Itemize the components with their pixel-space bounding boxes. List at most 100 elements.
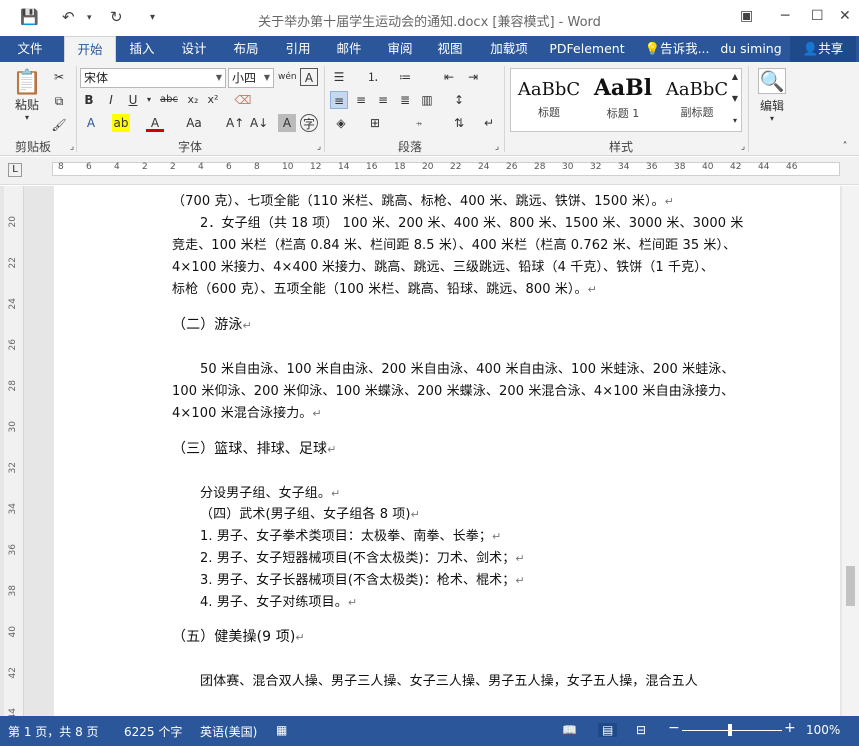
ruler-tick: 8 <box>58 162 64 172</box>
style-title[interactable]: AaBbC 标题 <box>513 73 585 129</box>
align-center-icon[interactable]: ≡ <box>352 91 370 109</box>
borders-icon[interactable]: ⊞ <box>366 114 384 132</box>
style-heading-1[interactable]: AaBl 标题 1 <box>587 73 659 129</box>
character-border-icon[interactable]: A <box>300 68 318 86</box>
tab-home[interactable]: 开始 <box>64 36 116 62</box>
close-icon[interactable]: ✕ <box>839 8 851 24</box>
account-name[interactable]: du siming <box>718 36 784 62</box>
vertical-scrollbar[interactable] <box>842 186 859 716</box>
scrollbar-thumb[interactable] <box>846 566 855 606</box>
strikethrough-icon[interactable]: abc <box>158 91 180 109</box>
vertical-ruler: 20 22 24 26 28 30 32 34 36 38 40 42 44 <box>4 186 24 719</box>
increase-indent-icon[interactable]: ⇥ <box>464 68 482 86</box>
italic-icon[interactable]: I <box>102 91 120 109</box>
numbering-icon[interactable]: ⒈ <box>364 68 382 86</box>
tab-design[interactable]: 设计 <box>172 36 216 62</box>
ruler-tick: 2 <box>142 162 148 172</box>
ruler-tick: 26 <box>506 162 518 172</box>
show-marks-icon[interactable]: ↵ <box>480 114 498 132</box>
print-layout-icon[interactable]: ▤ <box>598 723 618 737</box>
change-case-icon[interactable]: Aa <box>180 114 208 132</box>
multilevel-list-icon[interactable]: ≔ <box>396 68 414 86</box>
subscript-icon[interactable]: x₂ <box>184 91 202 109</box>
distributed-icon[interactable]: ▥ <box>418 91 436 109</box>
collapse-ribbon-icon[interactable]: ˄ <box>836 138 854 156</box>
zoom-out-button[interactable]: − <box>668 720 680 736</box>
paste-button[interactable]: 📋 粘贴 ▾ <box>10 68 44 128</box>
styles-scroll-down-icon[interactable]: ▼ <box>726 90 744 110</box>
page-count[interactable]: 第 1 页，共 8 页 <box>8 723 99 740</box>
chinese-layout-icon[interactable]: ⍆ <box>410 114 428 132</box>
copy-icon[interactable]: ⧉ <box>50 92 68 110</box>
font-color-icon[interactable]: A <box>146 114 164 132</box>
clipboard-launcher-icon[interactable]: ⌟ <box>63 138 81 156</box>
line-spacing-icon[interactable]: ↕ <box>450 91 468 109</box>
vruler-tick: 32 <box>8 462 18 474</box>
styles-scroll-up-icon[interactable]: ▲ <box>726 68 744 88</box>
styles-more-icon[interactable]: ▾ <box>726 112 744 132</box>
format-painter-icon[interactable]: 🖌 <box>50 116 68 134</box>
zoom-slider-thumb[interactable] <box>728 724 732 736</box>
font-launcher-icon[interactable]: ⌟ <box>310 138 328 156</box>
phonetic-guide-icon[interactable]: wén <box>278 68 297 86</box>
zoom-level[interactable]: 100% <box>806 723 840 737</box>
tab-review[interactable]: 审阅 <box>378 36 422 62</box>
shading-icon[interactable]: ◈ <box>332 114 350 132</box>
grow-font-icon[interactable]: A↑ <box>226 114 244 132</box>
tab-view[interactable]: 视图 <box>428 36 472 62</box>
word-count[interactable]: 6225 个字 <box>124 723 182 740</box>
horizontal-ruler[interactable]: L 8 6 4 2 2 4 6 8 10 12 14 16 18 20 22 24 26 28 30 32 34 36 38… <box>0 157 859 185</box>
align-left-icon[interactable]: ≡ <box>330 91 348 109</box>
restore-icon[interactable]: ☐ <box>811 8 824 24</box>
styles-launcher-icon[interactable]: ⌟ <box>734 138 752 156</box>
style-subtitle[interactable]: AaBbC 副标题 <box>661 73 733 129</box>
section-heading: （五）健美操(9 项)↵ <box>172 629 305 645</box>
doc-line: 团体赛、混合双人操、男子三人操、女子三人操、男子五人操，女子五人操，混合五人 <box>200 674 698 689</box>
tab-addins[interactable]: 加载项 <box>482 36 536 62</box>
doc-line: （四）武术(男子组、女子组各 8 项)↵ <box>200 507 420 522</box>
ruler-tick: 46 <box>786 162 798 172</box>
web-layout-icon[interactable]: ⊟ <box>636 723 646 737</box>
ribbon-display-options-icon[interactable]: ▣ <box>740 8 753 24</box>
superscript-icon[interactable]: x² <box>204 91 222 109</box>
tab-layout[interactable]: 布局 <box>224 36 268 62</box>
bold-icon[interactable]: B <box>80 91 98 109</box>
vruler-tick: 26 <box>8 339 18 351</box>
vruler-tick: 30 <box>8 421 18 433</box>
language-indicator[interactable]: 英语(美国) <box>200 723 257 740</box>
underline-dropdown-icon[interactable]: ▾ <box>140 91 158 109</box>
enclose-characters-icon[interactable]: 字 <box>300 114 318 132</box>
document-page[interactable]: （700 克）、七项全能（110 米栏、跳高、标枪、400 米、跳远、铁饼、15… <box>54 186 840 716</box>
tab-references[interactable]: 引用 <box>276 36 320 62</box>
font-name-combo[interactable]: 宋体 ▼ <box>80 68 226 88</box>
macro-recording-icon[interactable]: ▦ <box>276 723 287 737</box>
person-icon: 👤 <box>802 41 819 56</box>
ruler-tick: 20 <box>422 162 434 172</box>
zoom-in-button[interactable]: + <box>784 720 796 736</box>
bullets-icon[interactable]: ☰ <box>330 68 348 86</box>
read-mode-icon[interactable]: 📖 <box>562 723 577 737</box>
zoom-slider-track[interactable] <box>682 730 782 731</box>
editing-button[interactable]: 🔍 编辑 ▾ <box>754 68 790 132</box>
tab-insert[interactable]: 插入 <box>120 36 164 62</box>
align-right-icon[interactable]: ≡ <box>374 91 392 109</box>
minimize-icon[interactable]: ─ <box>781 8 789 24</box>
tab-mailings[interactable]: 邮件 <box>327 36 371 62</box>
tell-me-search[interactable]: 💡告诉我... <box>642 36 712 62</box>
tab-file[interactable]: 文件 <box>0 36 60 62</box>
tab-selector-icon[interactable]: L <box>8 163 22 177</box>
clear-formatting-icon[interactable]: ⌫ <box>234 91 252 109</box>
tab-pdfelement[interactable]: PDFelement <box>546 36 628 62</box>
character-shading-icon[interactable]: A <box>278 114 296 132</box>
shrink-font-icon[interactable]: A↓ <box>250 114 268 132</box>
font-size-combo[interactable]: 小四 ▼ <box>228 68 274 88</box>
doc-line: 2．女子组（共 18 项） 100 米、200 米、400 米、800 米、15… <box>200 216 744 231</box>
text-effects-icon[interactable]: A <box>82 114 100 132</box>
sort-icon[interactable]: ⇅ <box>450 114 468 132</box>
highlight-icon[interactable]: ab <box>112 114 130 132</box>
share-button[interactable]: 👤共享 <box>790 36 856 62</box>
justify-icon[interactable]: ≣ <box>396 91 414 109</box>
decrease-indent-icon[interactable]: ⇤ <box>440 68 458 86</box>
cut-icon[interactable]: ✂ <box>50 68 68 86</box>
section-heading: （二）游泳↵ <box>172 317 252 333</box>
